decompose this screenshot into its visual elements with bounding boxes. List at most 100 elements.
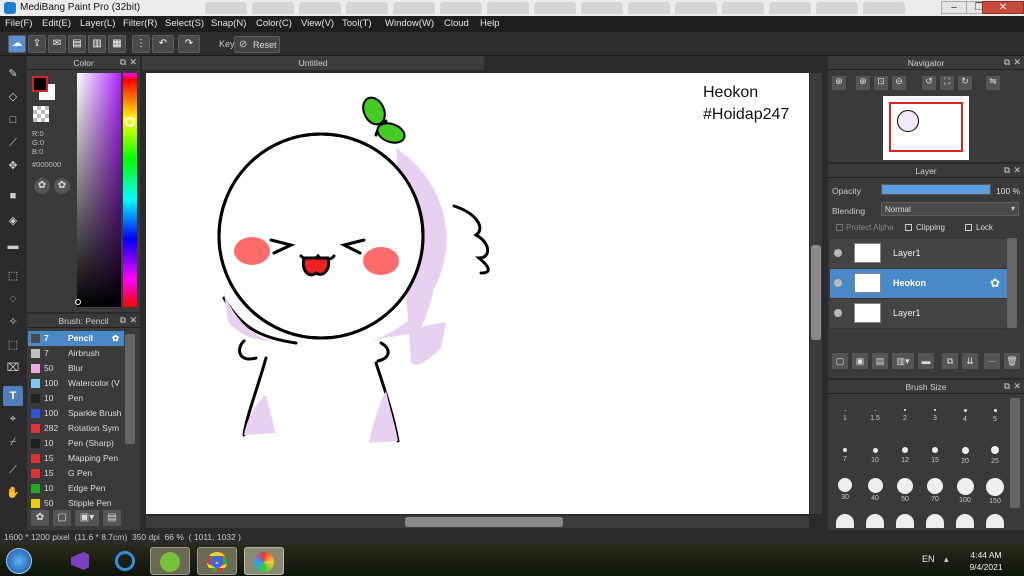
bucket-tool-icon[interactable]: ◈	[3, 211, 23, 231]
brush-size-option[interactable]: 4	[953, 402, 977, 423]
lasso-tool-icon[interactable]: ◌	[3, 289, 23, 309]
brush-size-option[interactable]: 1.5	[863, 402, 887, 422]
lasso-brush-icon[interactable]: ⟋	[3, 133, 23, 153]
transparent-color-swatch[interactable]	[33, 106, 49, 122]
fit-window-icon[interactable]: ⛶	[940, 76, 954, 90]
brush-tool-icon[interactable]: ✎	[3, 64, 23, 84]
browser-tab[interactable]	[393, 2, 435, 14]
select-tool-icon[interactable]: ⬚	[3, 266, 23, 286]
brush-size-option[interactable]: 7	[833, 442, 857, 463]
eraser-tool-icon[interactable]: ◇	[3, 87, 23, 107]
flip-icon[interactable]: ⇋	[986, 76, 1000, 90]
layer-row[interactable]: Layer1	[830, 299, 1007, 329]
panel-close-icon[interactable]: ✕	[129, 315, 137, 326]
magic-wand-icon[interactable]: ✧	[3, 312, 23, 332]
gear-icon[interactable]: ✿	[990, 276, 1000, 290]
browser-tab[interactable]	[205, 2, 247, 14]
panel-popout-icon[interactable]: ⧉	[1004, 381, 1010, 392]
close-button[interactable]: ✕	[982, 1, 1024, 14]
panel-popout-icon[interactable]: ⧉	[120, 57, 126, 68]
menu-color[interactable]: Color(C)	[256, 18, 292, 29]
browser-tab[interactable]	[487, 2, 529, 14]
menu-edit[interactable]: Edit(E)	[42, 18, 71, 29]
menu-view[interactable]: View(V)	[301, 18, 334, 29]
browser-tab[interactable]	[346, 2, 388, 14]
new-layer-copy-icon[interactable]: ▣	[852, 353, 868, 369]
brush-list-item[interactable]: 7 Airbrush	[28, 346, 124, 361]
folder-icon[interactable]: ▬	[918, 353, 934, 369]
palette-icon[interactable]: ✿	[34, 178, 50, 194]
brush-settings-icon[interactable]: ✿	[31, 510, 49, 526]
visibility-icon[interactable]	[834, 279, 842, 287]
brush-size-option[interactable]	[983, 514, 1007, 528]
browser-tab[interactable]	[722, 2, 764, 14]
browser-tab[interactable]	[534, 2, 576, 14]
redo-icon[interactable]: ↷	[178, 35, 200, 53]
clipping-checkbox[interactable]	[905, 224, 912, 231]
new-brush-icon[interactable]: ▢	[53, 510, 71, 526]
document-icon[interactable]: ▥	[88, 35, 106, 53]
panel-popout-icon[interactable]: ⧉	[120, 315, 126, 326]
drawing-canvas[interactable]: Heokon #Hoidap247	[146, 73, 809, 514]
brush-size-option[interactable]: 40	[863, 478, 887, 502]
cloud-icon[interactable]: ☁	[8, 35, 26, 53]
browser-tab[interactable]	[675, 2, 717, 14]
eyedropper-tool-icon[interactable]: ⌿	[3, 432, 23, 452]
brush-size-option[interactable]: 3	[923, 402, 947, 422]
browser-tab[interactable]	[769, 2, 811, 14]
brush-size-option[interactable]: 5	[983, 402, 1007, 423]
visual-studio-icon[interactable]	[60, 547, 100, 575]
horizontal-scroll-thumb[interactable]	[405, 517, 563, 527]
menu-select[interactable]: Select(S)	[165, 18, 204, 29]
green-app-icon[interactable]	[150, 547, 190, 575]
brush-size-option[interactable]	[953, 514, 977, 528]
foreground-color-swatch[interactable]	[32, 76, 48, 92]
panel-popout-icon[interactable]: ⧉	[1004, 165, 1010, 176]
panel-close-icon[interactable]: ✕	[1013, 381, 1021, 392]
panel-close-icon[interactable]: ✕	[1013, 57, 1021, 68]
menu-filter[interactable]: Filter(R)	[123, 18, 157, 29]
opacity-slider[interactable]	[881, 184, 991, 195]
brush-list-item[interactable]: 10 Edge Pen	[28, 481, 124, 496]
chat-icon[interactable]: ✉	[48, 35, 66, 53]
menu-file[interactable]: File(F)	[5, 18, 32, 29]
hand-tool-icon[interactable]: ✋	[3, 483, 23, 503]
brush-size-option[interactable]: 50	[893, 478, 917, 503]
minimize-button[interactable]: –	[941, 1, 967, 14]
browser-tab[interactable]	[816, 2, 858, 14]
merge-down-icon[interactable]: ⇊	[962, 353, 978, 369]
brush-list-item[interactable]: 15 Mapping Pen	[28, 451, 124, 466]
medibang-taskbar-icon[interactable]	[244, 547, 284, 575]
browser-tab[interactable]	[863, 2, 905, 14]
brush-size-option[interactable]	[893, 514, 917, 528]
canvas-tab[interactable]: Untitled	[142, 56, 484, 70]
move-tool-icon[interactable]: ✥	[3, 156, 23, 176]
add-layer-menu-icon[interactable]: ▥▾	[892, 353, 914, 369]
brush-size-option[interactable]: 10	[863, 442, 887, 464]
zoom-out-icon[interactable]: ⊖	[892, 76, 906, 90]
gear-icon[interactable]: ✿	[112, 331, 119, 346]
pen-tool-icon[interactable]: ⟋	[3, 460, 23, 480]
menu-layer[interactable]: Layer(L)	[80, 18, 115, 29]
brush-size-option[interactable]: 25	[983, 442, 1007, 465]
browser-tab[interactable]	[628, 2, 670, 14]
brush-list-item[interactable]: 10 Pen	[28, 391, 124, 406]
duplicate-layer-icon[interactable]: ⧉	[942, 353, 958, 369]
brush-list-item[interactable]: 50 Stipple Pen	[28, 496, 124, 511]
text-tool-icon[interactable]: T	[3, 386, 23, 406]
brush-size-option[interactable]: 15	[923, 442, 947, 464]
brush-size-option[interactable]: 12	[893, 442, 917, 464]
brush-size-option[interactable]: 70	[923, 478, 947, 503]
browser-tab[interactable]	[299, 2, 341, 14]
vertical-scroll-thumb[interactable]	[811, 245, 821, 340]
protect-alpha-checkbox[interactable]	[836, 224, 843, 231]
settings-menu-icon[interactable]: ⋯	[984, 353, 1000, 369]
zoom-in-icon[interactable]: ⊕	[856, 76, 870, 90]
new-halftone-layer-icon[interactable]: ▤	[872, 353, 888, 369]
chrome-icon[interactable]	[197, 547, 237, 575]
upload-icon[interactable]: ⇪	[28, 35, 46, 53]
operation-tool-icon[interactable]: ⌖	[3, 409, 23, 429]
panel-close-icon[interactable]: ✕	[129, 57, 137, 68]
menu-snap[interactable]: Snap(N)	[211, 18, 246, 29]
add-brush-icon[interactable]: ▣▾	[75, 510, 99, 526]
